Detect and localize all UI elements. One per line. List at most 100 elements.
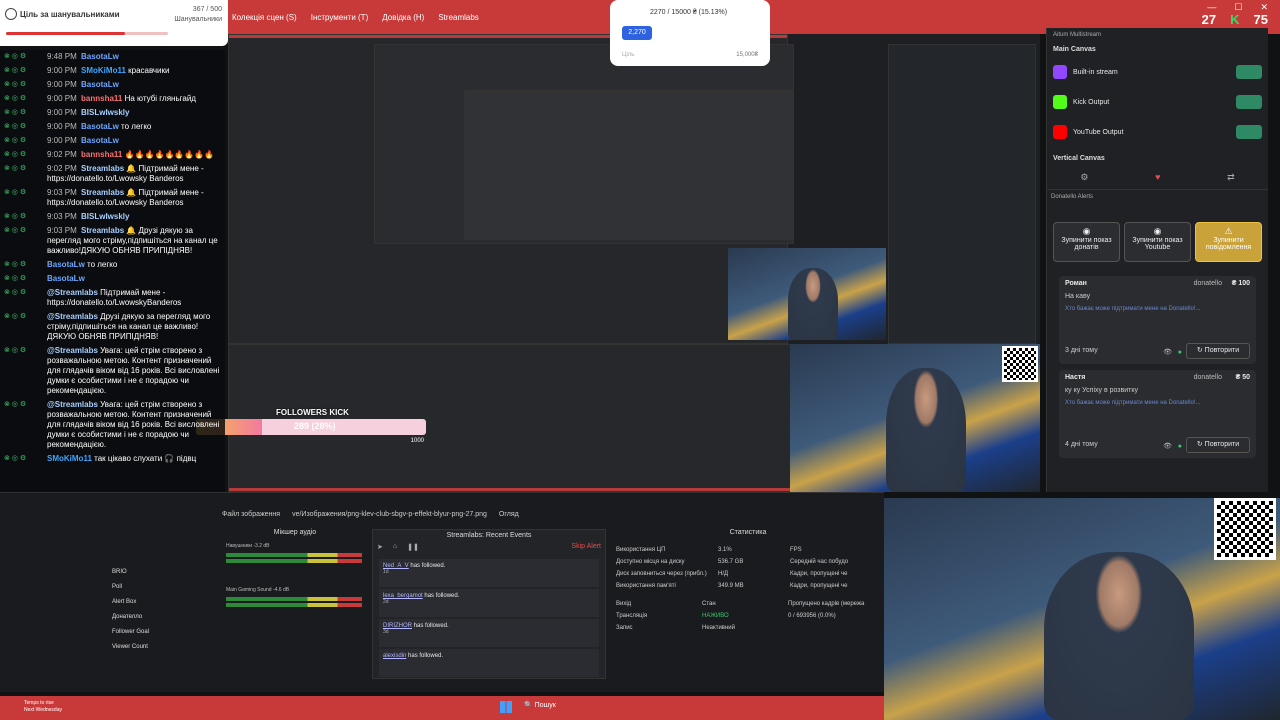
chat-message: ⊗ ◎ ⚙ 9:02 PM Streamlabs 🔔 Підтримай мене… (0, 162, 225, 186)
chat-time: 9:03 PM (47, 226, 80, 235)
repeat-button[interactable]: ↻ Повторити (1186, 437, 1250, 453)
donation-chip: 2,270 (622, 26, 652, 40)
chat-body: @Streamlabs Підтримай мене - https://don… (47, 288, 221, 308)
chat-badges: ⊗ ◎ ⚙ (4, 81, 27, 88)
settings-icon[interactable]: ⚙ (1080, 172, 1088, 183)
windows-taskbar: Temps to rise Next Wednesday 🔍 Пошук (0, 696, 884, 720)
chat-badges: ⊗ ◎ ⚙ (4, 347, 27, 354)
chat-time: 9:02 PM (47, 150, 80, 159)
alert-buttons: ◉ Зупинити показ донатів ◉ Зупинити показ Y… (1047, 204, 1268, 270)
chat-overlay: ⊗ ◎ ⚙ 9:48 PM BasotaLw ⊗ ◎ ⚙ 9:00 PM SMoKi… (0, 50, 225, 500)
vertical-canvas-title: Vertical Canvas (1053, 155, 1105, 162)
donation-label: Ціль (622, 52, 635, 58)
chat-text: На ютубі гляньгайд (124, 94, 196, 103)
chat-badges: ⊗ ◎ ⚙ (4, 261, 27, 268)
stat-label: Доступно місця на диску (616, 559, 685, 565)
stat-value: 536.7 GB (718, 559, 744, 565)
main-canvas-title: Main Canvas (1053, 46, 1096, 53)
multistream-header: Aitum Multistream (1053, 32, 1102, 38)
output-logo-icon (1053, 125, 1067, 139)
chat-badges: ⊗ ◎ ⚙ (4, 53, 27, 60)
output-toggle[interactable] (1236, 125, 1262, 139)
source-item[interactable]: Viewer Count (96, 640, 216, 655)
alert-toggle-button[interactable]: ◉ Зупинити показ донатів (1053, 222, 1120, 262)
goal-subtitle: Шанувальники (174, 16, 222, 23)
windows-start-icon[interactable] (500, 701, 512, 713)
browse-button[interactable]: Огляд (499, 511, 519, 518)
chat-message: ⊗ ◎ ⚙ 9:03 PM BISLwlwskly (0, 210, 225, 224)
chat-body: 9:00 PM bannsha11 На ютубі гляньгайд (47, 94, 196, 104)
chat-body: 9:00 PM BISLwlwskly (47, 108, 129, 118)
eye-icon[interactable]: 👁 (1163, 442, 1172, 450)
chat-username: BISLwlwskly (81, 108, 130, 117)
alert-toggle-button[interactable]: ◉ Зупинити показ Youtube (1124, 222, 1191, 262)
event-text: has followed. (406, 653, 444, 659)
chat-username: bannsha11 (81, 94, 125, 103)
home-icon[interactable]: ⌂ (393, 543, 397, 557)
chat-time: 9:02 PM (47, 164, 80, 173)
event-item: lexa_bergamot has followed. 2d (379, 589, 599, 617)
stat-label: FPS (790, 547, 802, 553)
heart-icon[interactable]: ♥ (1155, 172, 1160, 183)
chat-badges: ⊗ ◎ ⚙ (4, 275, 27, 282)
output-toggle[interactable] (1236, 95, 1262, 109)
donation-amount: 2270 / 15000 ₴ (15.13%) (650, 9, 728, 16)
link-icon[interactable]: ⇄ (1227, 172, 1235, 183)
donation-sum: ₴ 50 (1235, 374, 1250, 381)
recent-events-title: Streamlabs: Recent Events (446, 532, 532, 539)
source-item[interactable]: Донателло (96, 610, 216, 625)
output-toggle[interactable] (1236, 65, 1262, 79)
alert-toggle-label: Зупинити повідомлення (1205, 237, 1252, 251)
chat-username: @Streamlabs (47, 288, 101, 297)
chat-body: 9:00 PM SMoKiMo11 красавчики (47, 66, 169, 76)
skip-alert-button[interactable]: Skip Alert (571, 543, 601, 557)
source-item[interactable]: Follower Goal (96, 625, 216, 640)
taskbar-search[interactable]: 🔍 Пошук (524, 701, 556, 709)
send-icon[interactable]: ➤ (377, 543, 383, 557)
chat-text: то легко (87, 260, 118, 269)
repeat-button[interactable]: ↻ Повторити (1186, 343, 1250, 359)
chat-message: ⊗ ◎ ⚙ 9:00 PM bannsha11 На ютубі гляньгай… (0, 92, 225, 106)
chat-message: ⊗ ◎ ⚙ BasotaLw то легко (0, 258, 225, 272)
chat-message: ⊗ ◎ ⚙ @Streamlabs Увага: цей стрім створе… (0, 398, 225, 452)
menu-item-1[interactable]: Інструменти (T) (311, 13, 369, 22)
source-item[interactable]: Poll (96, 580, 216, 595)
chat-time: 9:00 PM (47, 94, 80, 103)
sources-list: BRIO Poll Alert Box Донателло Follower Goal V… (96, 565, 216, 655)
source-item[interactable]: Alert Box (96, 595, 216, 610)
donation-qr-code (1214, 498, 1276, 560)
alert-toggle-button[interactable]: ⚠ Зупинити повідомлення (1195, 222, 1262, 262)
chat-username: BISLwlwskly (81, 212, 130, 221)
chat-message: ⊗ ◎ ⚙ @Streamlabs Друзі дякую за перегляд… (0, 310, 225, 344)
followers-max: 1000 (410, 438, 424, 444)
followers-value: 289 (28%) (294, 421, 336, 431)
menu-item-0[interactable]: Колекція сцен (S) (232, 13, 297, 22)
pause-icon[interactable]: ❚❚ (407, 543, 419, 557)
stat-value: 3.1% (718, 547, 732, 553)
donation-list: Роман donatello ₴ 100 На каву Хто бажає може… (1047, 276, 1268, 458)
source-item[interactable]: BRIO (96, 565, 216, 580)
chat-badges: ⊗ ◎ ⚙ (4, 455, 27, 462)
event-when: 1d (383, 569, 389, 575)
output-state: Неактивний (702, 625, 736, 631)
nested-qr-code (1002, 346, 1038, 382)
chat-username: Streamlabs (81, 226, 127, 235)
output-header: Вихід (616, 601, 632, 607)
kick-icon: K (1230, 12, 1240, 27)
donor-name: Настя (1065, 374, 1086, 381)
stat-value: Н/Д (718, 571, 729, 577)
eye-icon[interactable]: 👁 (1163, 348, 1172, 356)
stat-label: Використання пам'яті (616, 583, 676, 589)
menu-item-3[interactable]: Streamlabs (438, 13, 478, 22)
chat-body: @Streamlabs Друзі дякую за перегляд мого… (47, 312, 221, 342)
mixer-channel-name: Main Gaming Sound -4.6 dB (226, 587, 290, 593)
stats-panel: Статистика Використання ЦП 3.1% Доступно м… (612, 529, 884, 679)
donation-info: Хто бажає може підтримати мене на Donate… (1065, 400, 1201, 406)
event-text: has followed. (408, 563, 446, 569)
event-user[interactable]: alexisdin (383, 653, 406, 659)
donatello-alerts-header: Donatello Alerts (1047, 189, 1268, 204)
weather-widget[interactable]: Temps to rise Next Wednesday (24, 700, 62, 714)
menu-item-2[interactable]: Довідка (H) (382, 13, 424, 22)
event-item: Ned_A_V has followed. 1d (379, 559, 599, 587)
event-text: has followed. (412, 623, 449, 629)
